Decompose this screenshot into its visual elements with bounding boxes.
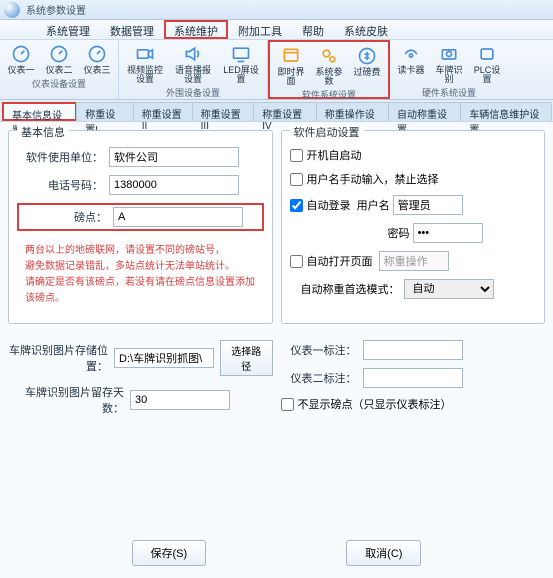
form-body: 基本信息 软件使用单位： 电话号码： 磅点： 两台以上的地磅联网，请设置不同的磅… bbox=[0, 122, 553, 332]
gauge-icon bbox=[10, 43, 32, 65]
gauge-icon bbox=[86, 43, 108, 65]
money-icon bbox=[356, 45, 378, 67]
tab-weigh-2[interactable]: 称重设置II bbox=[133, 102, 193, 121]
tabstrip: 基本信息设置 称重设置I 称重设置II 称重设置III 称重设置IV 称重操作设… bbox=[0, 100, 553, 122]
pic-path-input[interactable] bbox=[114, 348, 214, 368]
auto-open-label: 自动打开页面 bbox=[307, 253, 373, 269]
no-manual-label: 用户名手动输入，禁止选择 bbox=[307, 171, 439, 187]
tab-auto-weigh[interactable]: 自动称重设置 bbox=[388, 102, 461, 121]
tel-label: 电话号码： bbox=[17, 177, 103, 193]
site-input[interactable] bbox=[113, 207, 243, 227]
menu-data-mgmt[interactable]: 数据管理 bbox=[100, 20, 164, 39]
menu-system-maint[interactable]: 系统维护 bbox=[164, 20, 228, 39]
pwd-input[interactable] bbox=[413, 223, 483, 243]
plc-icon bbox=[476, 43, 498, 65]
ribbon-led[interactable]: LED屏设置 bbox=[218, 42, 264, 85]
auto-open-checkbox[interactable] bbox=[290, 255, 303, 268]
mark2-label: 仪表二标注： bbox=[281, 370, 357, 386]
ribbon-plate[interactable]: 车牌识别 bbox=[431, 42, 467, 85]
ribbon-group-hardware: 读卡器 车牌识别 PLC设置 硬件系统设置 bbox=[390, 40, 508, 99]
panel-legend: 基本信息 bbox=[17, 124, 69, 140]
ribbon-system-params[interactable]: 系统参数 bbox=[311, 44, 347, 87]
screen-icon bbox=[230, 43, 252, 65]
panel-basic-info: 基本信息 软件使用单位： 电话号码： 磅点： 两台以上的地磅联网，请设置不同的磅… bbox=[8, 130, 273, 324]
tab-weigh-4[interactable]: 称重设置IV bbox=[253, 102, 317, 121]
camera-icon bbox=[438, 43, 460, 65]
lower-area: 车牌识别图片存储位置： 选择路径 车牌识别图片留存天数： 仪表一标注： 仪表二标注… bbox=[0, 332, 553, 428]
gears-icon bbox=[318, 45, 340, 67]
tab-weigh-3[interactable]: 称重设置III bbox=[192, 102, 255, 121]
ribbon-fee[interactable]: 过磅费 bbox=[349, 44, 385, 87]
user-input[interactable] bbox=[393, 195, 463, 215]
ribbon-meter2[interactable]: 仪表二 bbox=[41, 42, 77, 76]
titlebar: 系统参数设置 bbox=[0, 0, 553, 20]
ribbon-plc[interactable]: PLC设置 bbox=[469, 42, 505, 85]
hide-site-checkbox[interactable] bbox=[281, 398, 294, 411]
pic-days-input[interactable] bbox=[130, 390, 230, 410]
mark1-input[interactable] bbox=[363, 340, 463, 360]
warning-text: 两台以上的地磅联网，请设置不同的磅站号， 避免数据记录错乱，多站点统计无法单站统… bbox=[17, 239, 264, 311]
ribbon-meter1[interactable]: 仪表一 bbox=[3, 42, 39, 76]
auto-login-label: 自动登录 bbox=[307, 197, 351, 213]
window-icon bbox=[280, 45, 302, 67]
ribbon-meter3[interactable]: 仪表三 bbox=[79, 42, 115, 76]
ribbon-group-label: 仪表设备设置 bbox=[32, 77, 86, 90]
menu-addon-tools[interactable]: 附加工具 bbox=[228, 20, 292, 39]
pic-days-label: 车牌识别图片留存天数： bbox=[8, 384, 124, 416]
panel-legend: 软件启动设置 bbox=[290, 124, 364, 140]
ribbon-video[interactable]: 视频监控设置 bbox=[122, 42, 168, 85]
mode-select[interactable]: 自动 bbox=[404, 279, 494, 299]
ribbon: 仪表一 仪表二 仪表三 仪表设备设置 视频监控设置 语音播报设置 LED屏设置 … bbox=[0, 40, 553, 100]
card-reader-icon bbox=[400, 43, 422, 65]
mark1-label: 仪表一标注： bbox=[281, 342, 357, 358]
ribbon-group-label: 软件系统设置 bbox=[302, 88, 356, 101]
pic-path-label: 车牌识别图片存储位置： bbox=[8, 342, 108, 374]
ribbon-group-label: 硬件系统设置 bbox=[422, 86, 476, 99]
tab-vehicle-info[interactable]: 车辆信息维护设置 bbox=[460, 102, 552, 121]
gauge-icon bbox=[48, 43, 70, 65]
save-button[interactable]: 保存(S) bbox=[132, 540, 207, 566]
ribbon-group-meters: 仪表一 仪表二 仪表三 仪表设备设置 bbox=[0, 40, 119, 99]
ribbon-voice[interactable]: 语音播报设置 bbox=[170, 42, 216, 85]
unit-input[interactable] bbox=[109, 147, 239, 167]
auto-login-checkbox[interactable] bbox=[290, 199, 303, 212]
menubar: 系统管理 数据管理 系统维护 附加工具 帮助 系统皮肤 bbox=[0, 20, 553, 40]
user-label: 用户名 bbox=[357, 197, 390, 213]
menu-skin[interactable]: 系统皮肤 bbox=[334, 20, 398, 39]
menu-system-mgmt[interactable]: 系统管理 bbox=[36, 20, 100, 39]
tel-input[interactable] bbox=[109, 175, 239, 195]
unit-label: 软件使用单位： bbox=[17, 149, 103, 165]
pwd-label: 密码 bbox=[388, 225, 410, 241]
auto-start-checkbox[interactable] bbox=[290, 149, 303, 162]
menu-help[interactable]: 帮助 bbox=[292, 20, 334, 39]
page-input bbox=[379, 251, 449, 271]
tab-basic-info[interactable]: 基本信息设置 bbox=[2, 102, 77, 121]
cancel-button[interactable]: 取消(C) bbox=[346, 540, 421, 566]
window-title: 系统参数设置 bbox=[26, 2, 86, 17]
auto-start-label: 开机自启动 bbox=[307, 147, 362, 163]
panel-startup: 软件启动设置 开机自启动 用户名手动输入，禁止选择 自动登录 用户名 密码 自动… bbox=[281, 130, 546, 324]
mode-label: 自动称重首选模式： bbox=[290, 281, 400, 297]
footer: 保存(S) 取消(C) bbox=[0, 528, 553, 578]
tab-weigh-1[interactable]: 称重设置I bbox=[76, 102, 133, 121]
ribbon-group-peripheral: 视频监控设置 语音播报设置 LED屏设置 外围设备设置 bbox=[119, 40, 268, 99]
tab-weigh-op[interactable]: 称重操作设置 bbox=[316, 102, 389, 121]
hide-site-label: 不显示磅点（只显示仪表标注） bbox=[298, 396, 452, 412]
ribbon-reader[interactable]: 读卡器 bbox=[393, 42, 429, 85]
site-label: 磅点： bbox=[21, 209, 107, 225]
speaker-icon bbox=[182, 43, 204, 65]
ribbon-group-software: 即时界面 系统参数 过磅费 软件系统设置 bbox=[268, 40, 390, 99]
app-logo-icon bbox=[4, 2, 20, 18]
ribbon-ui[interactable]: 即时界面 bbox=[273, 44, 309, 87]
no-manual-checkbox[interactable] bbox=[290, 173, 303, 186]
browse-button[interactable]: 选择路径 bbox=[220, 340, 272, 376]
camera-icon bbox=[134, 43, 156, 65]
ribbon-group-label: 外围设备设置 bbox=[166, 86, 220, 99]
mark2-input[interactable] bbox=[363, 368, 463, 388]
